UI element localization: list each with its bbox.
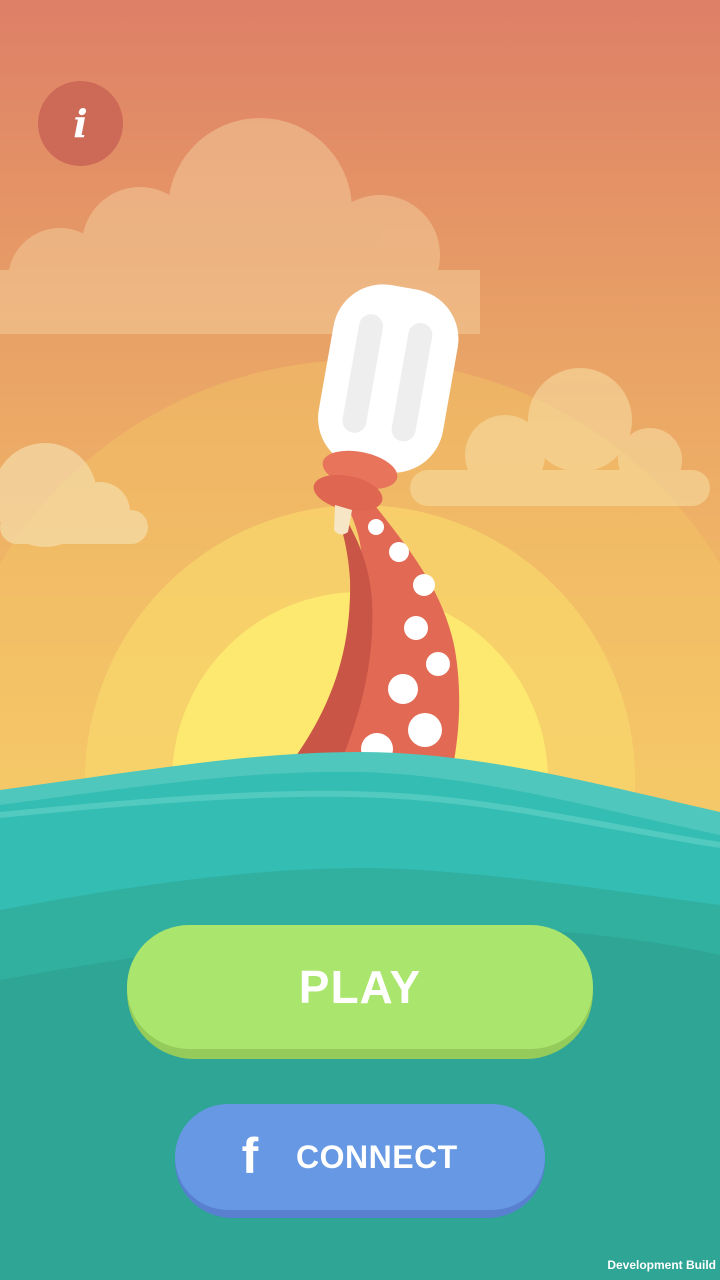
facebook-icon: f [241,1128,259,1184]
info-button[interactable]: i [38,81,123,166]
game-background [0,0,720,1280]
info-icon: i [73,101,88,146]
connect-button-label: CONNECT [296,1139,458,1175]
play-button-label: PLAY [127,925,593,1049]
development-build-label: Development Build [607,1258,716,1272]
play-button[interactable]: PLAY [127,925,593,1059]
facebook-connect-button[interactable]: f CONNECT [175,1104,545,1218]
